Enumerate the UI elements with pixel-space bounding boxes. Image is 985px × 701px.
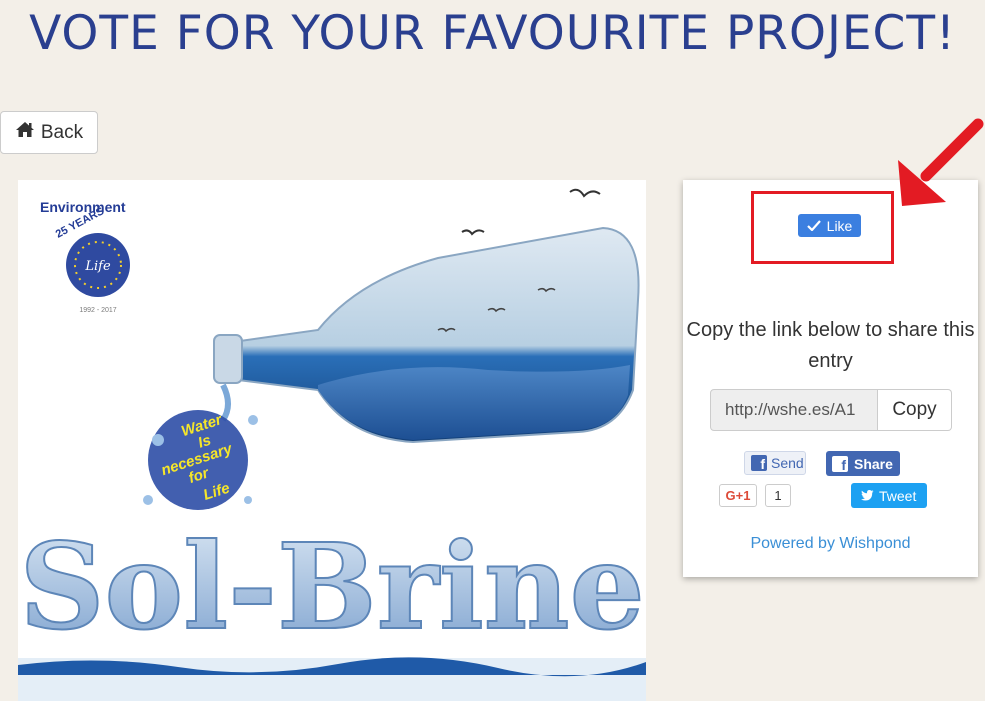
powered-by-link[interactable]: Powered by Wishpond bbox=[683, 535, 978, 553]
page-title: VOTE FOR YOUR FAVOURITE PROJECT! bbox=[29, 6, 956, 61]
water-splash: Water Is necessary for Life bbox=[143, 383, 258, 510]
share-card: Like Copy the link below to share this e… bbox=[683, 180, 978, 577]
back-button[interactable]: Back bbox=[0, 111, 98, 154]
google-plus-count: 1 bbox=[765, 484, 791, 507]
svg-text:Life: Life bbox=[84, 259, 111, 274]
project-name-art: Sol-Brine bbox=[18, 516, 646, 701]
facebook-share-label: Share bbox=[854, 455, 893, 472]
tweet-label: Tweet bbox=[879, 487, 917, 504]
like-button[interactable]: Like bbox=[798, 214, 861, 237]
like-button-label: Like bbox=[826, 217, 853, 234]
checkmark-icon bbox=[806, 218, 821, 234]
share-link-group: http://wshe.es/A1 Copy bbox=[710, 389, 952, 431]
facebook-share-button[interactable]: f Share bbox=[826, 451, 900, 476]
environment-life-logo: Environment Life 25 YEARS 1992 - 2017 bbox=[40, 199, 130, 314]
twitter-bird-icon bbox=[861, 488, 874, 504]
facebook-icon: f bbox=[751, 455, 767, 471]
facebook-send-label: Send bbox=[771, 455, 804, 471]
copy-button[interactable]: Copy bbox=[878, 389, 952, 431]
back-button-label: Back bbox=[40, 121, 84, 143]
facebook-send-button[interactable]: f Send bbox=[744, 451, 806, 475]
svg-text:Environment: Environment bbox=[40, 199, 126, 215]
bottle-illustration bbox=[213, 226, 640, 444]
copy-instructions: Copy the link below to share this entry bbox=[686, 319, 975, 372]
share-link-field[interactable]: http://wshe.es/A1 bbox=[710, 389, 878, 431]
home-icon bbox=[15, 121, 35, 144]
entry-image: Environment Life 25 YEARS 1992 - 2017 Wa… bbox=[18, 180, 646, 701]
tweet-button[interactable]: Tweet bbox=[851, 483, 927, 508]
facebook-icon: f bbox=[832, 455, 848, 472]
red-arrow-icon bbox=[890, 118, 985, 213]
google-plus-button[interactable]: G+1 bbox=[719, 484, 757, 507]
svg-text:1992 - 2017: 1992 - 2017 bbox=[79, 307, 116, 314]
svg-text:Sol-Brine: Sol-Brine bbox=[19, 517, 644, 656]
